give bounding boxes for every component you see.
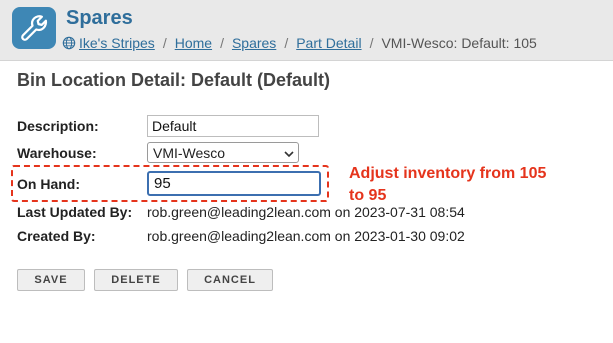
warehouse-selected-value: VMI-Wesco [153,144,226,161]
description-field[interactable] [147,115,319,137]
warehouse-label: Warehouse: [17,145,97,161]
delete-button[interactable]: DELETE [94,269,178,291]
breadcrumb-link-part-detail[interactable]: Part Detail [296,35,361,51]
warehouse-select[interactable]: VMI-Wesco [147,142,299,163]
description-label: Description: [17,118,99,134]
breadcrumb-link-site[interactable]: Ike's Stripes [79,35,155,51]
annotation-highlight-box [11,165,329,202]
breadcrumb-separator: / [220,35,224,51]
globe-icon [62,36,76,50]
save-button[interactable]: SAVE [17,269,85,291]
breadcrumb-current: VMI-Wesco: Default: 105 [381,35,537,51]
created-by-label: Created By: [17,228,96,244]
last-updated-label: Last Updated By: [17,204,133,220]
breadcrumb-separator: / [369,35,374,51]
chevron-down-icon [284,145,294,161]
breadcrumb-separator: / [162,35,167,51]
breadcrumb-link-home[interactable]: Home [175,35,212,51]
app-title: Spares [66,7,133,29]
breadcrumb-separator: / [284,35,289,51]
page-title: Bin Location Detail: Default (Default) [17,70,331,90]
breadcrumb-link-spares[interactable]: Spares [232,35,276,51]
annotation-text: Adjust inventory from 105 to 95 [349,165,547,204]
breadcrumb: Ike's Stripes / Home / Spares / Part Det… [62,35,537,51]
wrench-icon[interactable] [12,7,56,49]
last-updated-value: rob.green@leading2lean.com on 2023-07-31… [147,204,465,220]
cancel-button[interactable]: CANCEL [187,269,273,291]
created-by-value: rob.green@leading2lean.com on 2023-01-30… [147,228,465,244]
app-header: Spares Ike's Stripes / Home / Spares / P… [0,0,613,61]
